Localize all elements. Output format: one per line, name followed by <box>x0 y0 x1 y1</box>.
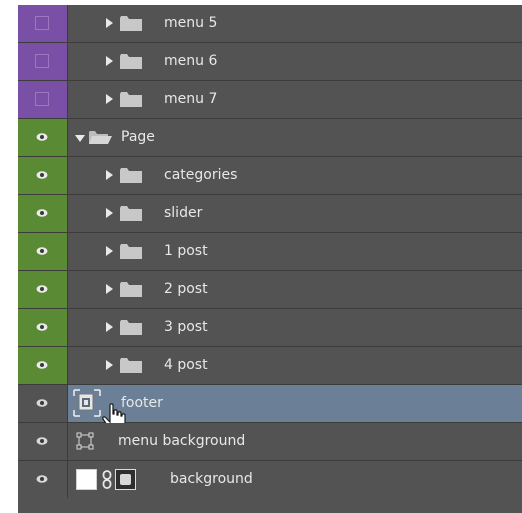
hidden-visibility-icon <box>35 16 49 30</box>
smart-object-thumbnail-icon <box>73 389 101 417</box>
expand-triangle-icon[interactable] <box>106 56 113 66</box>
layer-thumbnail[interactable] <box>76 469 97 490</box>
eye-icon <box>36 361 48 369</box>
shape-layer-icon <box>76 432 94 450</box>
layer-name: background <box>170 471 253 487</box>
visibility-toggle[interactable] <box>18 43 68 80</box>
layer-row-page[interactable]: Page <box>18 119 522 157</box>
expand-triangle-icon[interactable] <box>106 18 113 28</box>
layer-name: slider <box>164 205 203 221</box>
visibility-toggle[interactable] <box>18 423 68 460</box>
expand-triangle-icon[interactable] <box>106 322 113 332</box>
eye-icon <box>36 247 48 255</box>
visibility-toggle[interactable] <box>18 81 68 118</box>
layer-name: 4 post <box>164 357 208 373</box>
layer-row-slider[interactable]: slider <box>18 195 522 233</box>
layer-name: 2 post <box>164 281 208 297</box>
visibility-toggle[interactable] <box>18 309 68 346</box>
eye-icon <box>36 133 48 141</box>
folder-icon <box>120 206 142 221</box>
folder-icon <box>120 168 142 183</box>
visibility-toggle[interactable] <box>18 195 68 232</box>
expand-triangle-icon[interactable] <box>106 246 113 256</box>
expand-triangle-icon[interactable] <box>106 284 113 294</box>
layer-row-3-post[interactable]: 3 post <box>18 309 522 347</box>
hidden-visibility-icon <box>35 54 49 68</box>
folder-icon <box>120 16 142 31</box>
expand-triangle-icon[interactable] <box>106 208 113 218</box>
visibility-toggle[interactable] <box>18 119 68 156</box>
hidden-visibility-icon <box>35 92 49 106</box>
layer-row-4-post[interactable]: 4 post <box>18 347 522 385</box>
visibility-toggle[interactable] <box>18 385 68 422</box>
visibility-toggle[interactable] <box>18 271 68 308</box>
layer-name: menu 7 <box>164 91 218 107</box>
layers-panel: menu 5 menu 6 menu 7 Page categories sli… <box>18 5 522 513</box>
layer-row-menu-7[interactable]: menu 7 <box>18 81 522 119</box>
folder-icon <box>120 358 142 373</box>
layer-row-footer[interactable]: footer <box>18 385 522 431</box>
eye-icon <box>36 475 48 483</box>
eye-icon <box>36 323 48 331</box>
collapse-triangle-icon[interactable] <box>75 135 85 142</box>
folder-icon <box>120 54 142 69</box>
layer-row-2-post[interactable]: 2 post <box>18 271 522 309</box>
layer-row-menu-background[interactable]: menu background <box>18 423 522 461</box>
eye-icon <box>36 399 48 407</box>
layer-name: 3 post <box>164 319 208 335</box>
eye-icon <box>36 209 48 217</box>
layer-name: menu 6 <box>164 53 218 69</box>
visibility-toggle[interactable] <box>18 461 68 498</box>
layer-row-menu-5[interactable]: menu 5 <box>18 5 522 43</box>
layer-name: menu background <box>118 433 246 449</box>
layer-row-menu-6[interactable]: menu 6 <box>18 43 522 81</box>
layer-mask-thumbnail[interactable] <box>115 469 136 490</box>
layer-name: Page <box>121 129 155 145</box>
visibility-toggle[interactable] <box>18 157 68 194</box>
layer-row-1-post[interactable]: 1 post <box>18 233 522 271</box>
expand-triangle-icon[interactable] <box>106 360 113 370</box>
folder-icon <box>120 282 142 297</box>
layer-name: 1 post <box>164 243 208 259</box>
mask-shape <box>120 474 131 485</box>
visibility-toggle[interactable] <box>18 347 68 384</box>
eye-icon <box>36 437 48 445</box>
folder-icon <box>120 244 142 259</box>
layer-name: menu 5 <box>164 15 218 31</box>
folder-icon <box>120 92 142 107</box>
visibility-toggle[interactable] <box>18 5 68 42</box>
eye-icon <box>36 285 48 293</box>
folder-icon <box>120 320 142 335</box>
layer-name: categories <box>164 167 238 183</box>
expand-triangle-icon[interactable] <box>106 170 113 180</box>
visibility-toggle[interactable] <box>18 233 68 270</box>
layer-row-categories[interactable]: categories <box>18 157 522 195</box>
expand-triangle-icon[interactable] <box>106 94 113 104</box>
layer-row-background[interactable]: background <box>18 461 522 499</box>
chain-link-icon[interactable] <box>101 470 113 489</box>
eye-icon <box>36 171 48 179</box>
open-folder-icon <box>89 131 112 144</box>
layer-name: footer <box>121 395 163 411</box>
